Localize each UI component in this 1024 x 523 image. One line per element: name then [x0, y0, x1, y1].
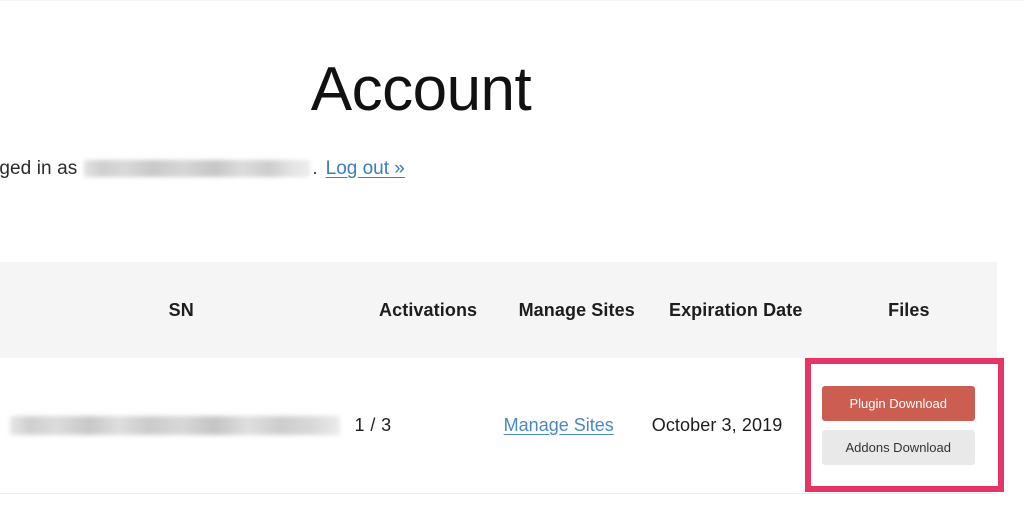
- manage-sites-link[interactable]: Manage Sites: [504, 415, 614, 435]
- licenses-table: SN Activations Manage Sites Expiration D…: [0, 262, 997, 494]
- logged-in-as-label: ogged in as: [0, 156, 77, 182]
- logout-link[interactable]: Log out »: [326, 156, 405, 182]
- top-divider: [0, 0, 1024, 1]
- page-title: Account: [0, 56, 842, 124]
- cell-activations: 1 / 3: [354, 358, 503, 493]
- activations-value: 1 / 3: [355, 415, 392, 435]
- cell-sn: [0, 358, 354, 493]
- session-status-line: ogged in as . Log out »: [0, 156, 405, 182]
- licenses-table-head: SN Activations Manage Sites Expiration D…: [0, 262, 997, 358]
- cell-manage-sites: Manage Sites: [503, 358, 651, 493]
- session-line-punctuation: .: [312, 156, 317, 182]
- table-bottom-divider: [0, 493, 997, 494]
- column-header-files: Files: [821, 262, 997, 358]
- username-redacted: [84, 160, 310, 177]
- cell-expiration-date: October 3, 2019: [651, 358, 821, 493]
- addons-download-button[interactable]: Addons Download: [822, 430, 975, 465]
- column-header-manage-sites: Manage Sites: [503, 262, 651, 358]
- account-page: Account ogged in as . Log out » SN Activ…: [0, 0, 1024, 523]
- licenses-table-body: 1 / 3 Manage Sites October 3, 2019 Plugi…: [0, 358, 997, 493]
- column-header-activations: Activations: [354, 262, 503, 358]
- files-button-group: Plugin Download Addons Download: [822, 386, 996, 465]
- expiration-date-value: October 3, 2019: [652, 415, 783, 435]
- serial-number-redacted: [10, 416, 340, 435]
- table-row: 1 / 3 Manage Sites October 3, 2019 Plugi…: [0, 358, 997, 493]
- table-header-row: SN Activations Manage Sites Expiration D…: [0, 262, 997, 358]
- column-header-sn: SN: [0, 262, 354, 358]
- cell-files: Plugin Download Addons Download: [821, 358, 997, 493]
- column-header-expiration-date: Expiration Date: [651, 262, 821, 358]
- plugin-download-button[interactable]: Plugin Download: [822, 386, 975, 421]
